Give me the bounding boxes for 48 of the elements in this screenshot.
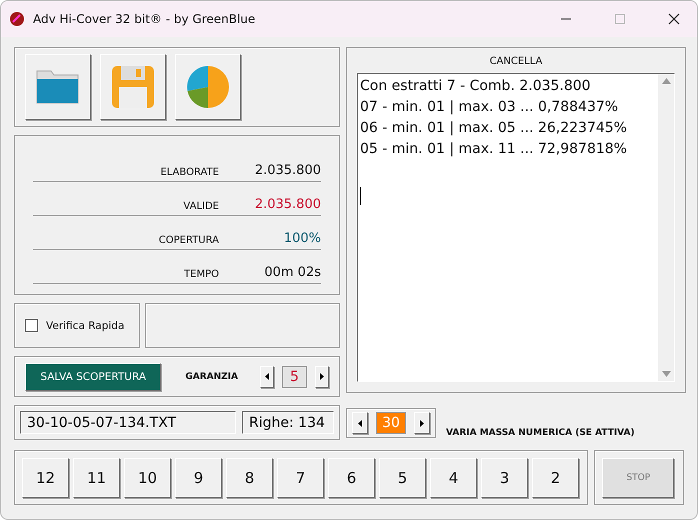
stat-label: COPERTURA	[158, 235, 219, 246]
checkbox-label: Verifica Rapida	[46, 320, 124, 332]
pie-chart-button[interactable]	[175, 54, 241, 120]
close-button[interactable]	[668, 13, 680, 25]
right-triangle-icon	[320, 373, 324, 380]
stat-value: 2.035.800	[254, 197, 321, 212]
number-button[interactable]: 2	[532, 458, 579, 498]
stat-label: VALIDE	[183, 201, 219, 212]
number-button[interactable]: 10	[124, 458, 171, 498]
save-uncovered-button[interactable]: SALVA SCOPERTURA	[25, 362, 162, 390]
guarantee-label: GARANZIA	[185, 372, 238, 382]
spinner-value[interactable]: 5	[282, 366, 308, 388]
stat-value: 100%	[282, 231, 321, 246]
number-button[interactable]: 11	[73, 458, 120, 498]
file-name-field: 30-10-05-07-134.TXT	[20, 411, 236, 434]
log-line: Con estratti 7 - Comb. 2.035.800	[360, 77, 592, 96]
left-triangle-icon	[264, 373, 269, 380]
number-button[interactable]: 12	[22, 458, 69, 498]
number-button[interactable]: 8	[226, 458, 273, 498]
open-folder-button[interactable]	[25, 54, 91, 120]
checkbox[interactable]	[25, 319, 38, 332]
save-button[interactable]	[100, 54, 166, 120]
stat-label: TEMPO	[184, 269, 219, 280]
number-button[interactable]: 9	[175, 458, 222, 498]
right-arrow-button[interactable]	[414, 412, 430, 434]
log-line: 07 - min. 01 | max. 03 ... 0,788437%	[360, 98, 620, 117]
window-title: Adv Hi-Cover 32 bit® - by GreenBlue	[33, 12, 256, 26]
log-line: 05 - min. 01 | max. 11 ... 72,987818%	[360, 140, 628, 159]
app-icon	[9, 11, 25, 27]
stat-label: ELABORATE	[160, 167, 219, 178]
clear-log-link[interactable]: CANCELLA	[357, 56, 675, 67]
left-arrow-button[interactable]	[352, 412, 368, 434]
stat-value: 00m 02s	[263, 265, 321, 280]
stat-value: 2.035.800	[254, 163, 321, 178]
log-line: 06 - min. 01 | max. 05 ... 26,223745%	[360, 119, 628, 138]
pie-chart-icon	[187, 66, 229, 108]
right-triangle-icon	[420, 420, 424, 426]
rows-count: Righe: 134	[242, 411, 334, 434]
number-button[interactable]: 7	[277, 458, 324, 498]
mass-label: VARIA MASSA NUMERICA (SE ATTIVA)	[446, 428, 635, 438]
left-arrow-button[interactable]	[260, 366, 274, 388]
number-button[interactable]: 5	[379, 458, 426, 498]
text-cursor	[360, 187, 361, 205]
right-arrow-button[interactable]	[315, 366, 329, 388]
number-button[interactable]: 4	[430, 458, 477, 498]
number-button[interactable]: 3	[481, 458, 528, 498]
number-button[interactable]: 6	[328, 458, 375, 498]
left-triangle-icon	[358, 420, 362, 426]
